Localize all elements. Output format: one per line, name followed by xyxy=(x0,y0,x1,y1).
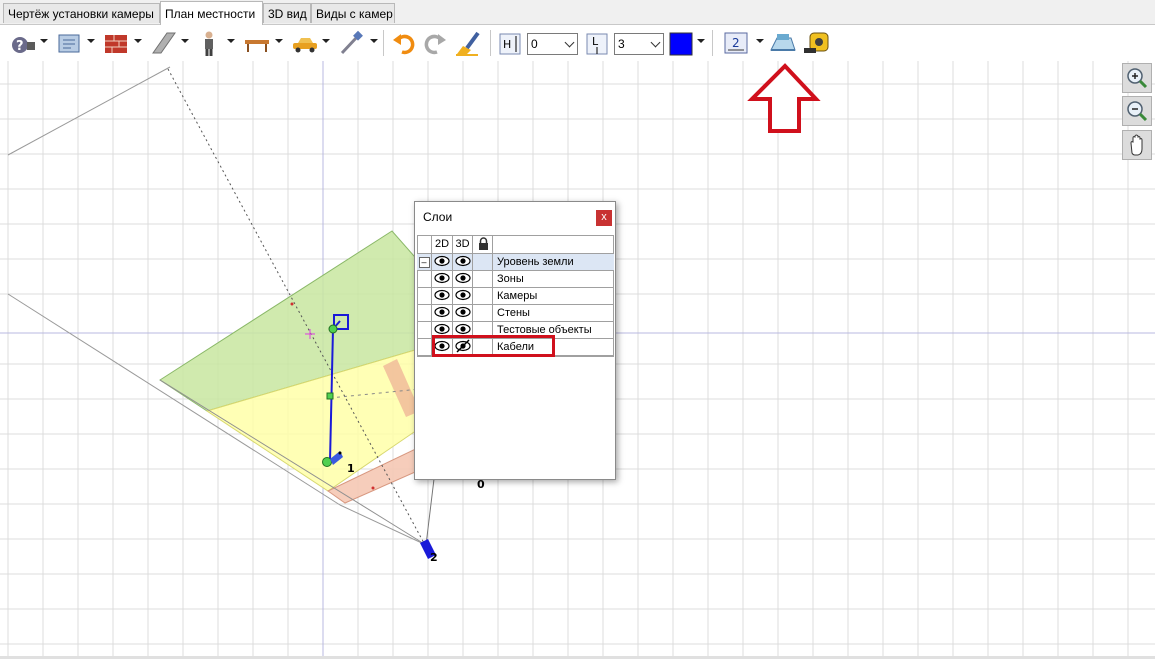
toolbar-separator xyxy=(712,30,713,56)
toolbar-separator xyxy=(490,30,491,56)
tab-site-plan[interactable]: План местности xyxy=(160,1,263,25)
visibility-2d-eye-icon[interactable] xyxy=(432,305,453,321)
collapse-cell xyxy=(417,271,432,287)
length-select[interactable]: 3 xyxy=(614,33,664,55)
person-dropdown-icon[interactable] xyxy=(227,39,235,43)
layers-button[interactable]: 2 xyxy=(722,28,752,58)
slab-icon[interactable] xyxy=(149,28,179,58)
camera-dropdown-icon[interactable] xyxy=(370,39,378,43)
svg-text:?: ? xyxy=(16,39,24,54)
zoom-in-icon xyxy=(1127,68,1148,89)
svg-text:H: H xyxy=(503,38,511,51)
zoom-out-icon xyxy=(1127,101,1148,122)
svg-text:2: 2 xyxy=(732,36,740,50)
plan-sheet-icon[interactable] xyxy=(55,28,85,58)
visibility-3d-eye-icon[interactable] xyxy=(453,271,473,287)
chevron-down-icon xyxy=(564,37,575,48)
person-icon[interactable] xyxy=(197,28,221,58)
lock-cell[interactable] xyxy=(473,288,493,304)
cable-node xyxy=(322,457,332,467)
bench-icon[interactable] xyxy=(242,28,272,58)
collapse-cell[interactable]: – xyxy=(417,254,432,270)
help-dropdown-icon[interactable] xyxy=(40,39,48,43)
collapse-cell xyxy=(417,322,432,338)
layer-row[interactable]: Камеры xyxy=(417,288,614,305)
layer-name: Стены xyxy=(497,307,530,319)
zoom-out-button[interactable] xyxy=(1122,96,1152,126)
car-icon[interactable] xyxy=(290,28,320,58)
cable-node xyxy=(328,324,338,334)
camera-2-label: 2 xyxy=(430,551,438,564)
visibility-2d-eye-icon[interactable] xyxy=(432,254,453,270)
header-3d: 3D xyxy=(453,235,473,253)
collapse-cell xyxy=(417,305,432,321)
layer-row[interactable]: Стены xyxy=(417,305,614,322)
view-boundary-line xyxy=(7,66,171,156)
header-2d: 2D xyxy=(432,235,453,253)
tab-camera-drawing[interactable]: Чертёж установки камеры xyxy=(3,3,160,23)
svg-text:L: L xyxy=(592,35,599,48)
lock-cell[interactable] xyxy=(473,305,493,321)
layer-name: Зоны xyxy=(497,273,524,285)
undo-icon[interactable] xyxy=(390,28,418,58)
help-icon[interactable]: ? xyxy=(8,28,38,58)
header-lock-icon xyxy=(473,235,493,253)
header-blank xyxy=(417,235,432,253)
cable-midpoint xyxy=(326,392,334,400)
car-dropdown-icon[interactable] xyxy=(322,39,330,43)
layers-header-row: 2D 3D xyxy=(417,235,614,254)
collapse-button[interactable]: – xyxy=(418,257,430,268)
height-value: 0 xyxy=(531,37,538,51)
lock-cell[interactable] xyxy=(473,254,493,270)
length-value: 3 xyxy=(618,37,625,51)
visibility-3d-eye-icon[interactable] xyxy=(453,305,473,321)
visibility-2d-eye-icon[interactable] xyxy=(432,271,453,287)
lock-cell[interactable] xyxy=(473,271,493,287)
color-dropdown-icon[interactable] xyxy=(697,39,705,43)
wall-icon[interactable] xyxy=(102,28,132,58)
terrain-scan-icon[interactable] xyxy=(768,28,798,58)
layer-name: Камеры xyxy=(497,290,538,302)
redo-icon[interactable] xyxy=(421,28,449,58)
camera-wand-icon[interactable] xyxy=(337,28,367,58)
layer-row[interactable]: – Уровень земли xyxy=(417,254,614,271)
layer-row[interactable]: Зоны xyxy=(417,271,614,288)
visibility-2d-eye-icon[interactable] xyxy=(432,288,453,304)
collapse-cell xyxy=(417,288,432,304)
layers-dropdown-icon[interactable] xyxy=(756,39,764,43)
color-picker-button[interactable] xyxy=(669,28,693,58)
bench-dropdown-icon[interactable] xyxy=(275,39,283,43)
dialog-title: Слои xyxy=(423,210,453,224)
tab-bar: Чертёж установки камеры План местности 3… xyxy=(0,0,1155,25)
toolbar: ? H 0 L 3 2 xyxy=(0,25,1155,61)
height-select[interactable]: 0 xyxy=(527,33,578,55)
toolbar-separator xyxy=(383,30,384,56)
tab-3d-view[interactable]: 3D вид xyxy=(263,3,311,23)
slab-dropdown-icon[interactable] xyxy=(181,39,189,43)
length-icon: L xyxy=(584,28,610,58)
pan-button[interactable] xyxy=(1122,130,1152,160)
visibility-3d-eye-icon[interactable] xyxy=(453,254,473,270)
close-button[interactable]: x xyxy=(596,210,612,226)
wall-dropdown-icon[interactable] xyxy=(134,39,142,43)
plan-dropdown-icon[interactable] xyxy=(87,39,95,43)
collapse-cell xyxy=(417,339,432,355)
highlight-annotation-box xyxy=(432,335,555,357)
camera-cone-line xyxy=(425,478,435,546)
camera-1-label: 1 xyxy=(347,462,355,475)
tape-measure-icon[interactable] xyxy=(801,28,831,58)
clear-brush-icon[interactable] xyxy=(453,28,483,58)
layer-name: Уровень земли xyxy=(497,256,574,268)
chevron-down-icon xyxy=(650,37,661,48)
hand-icon xyxy=(1130,134,1143,156)
visibility-3d-eye-icon[interactable] xyxy=(453,288,473,304)
height-icon: H xyxy=(497,28,523,58)
zoom-in-button[interactable] xyxy=(1122,63,1152,93)
annotation-arrow xyxy=(747,63,821,133)
tab-camera-views[interactable]: Виды с камер xyxy=(311,3,395,23)
